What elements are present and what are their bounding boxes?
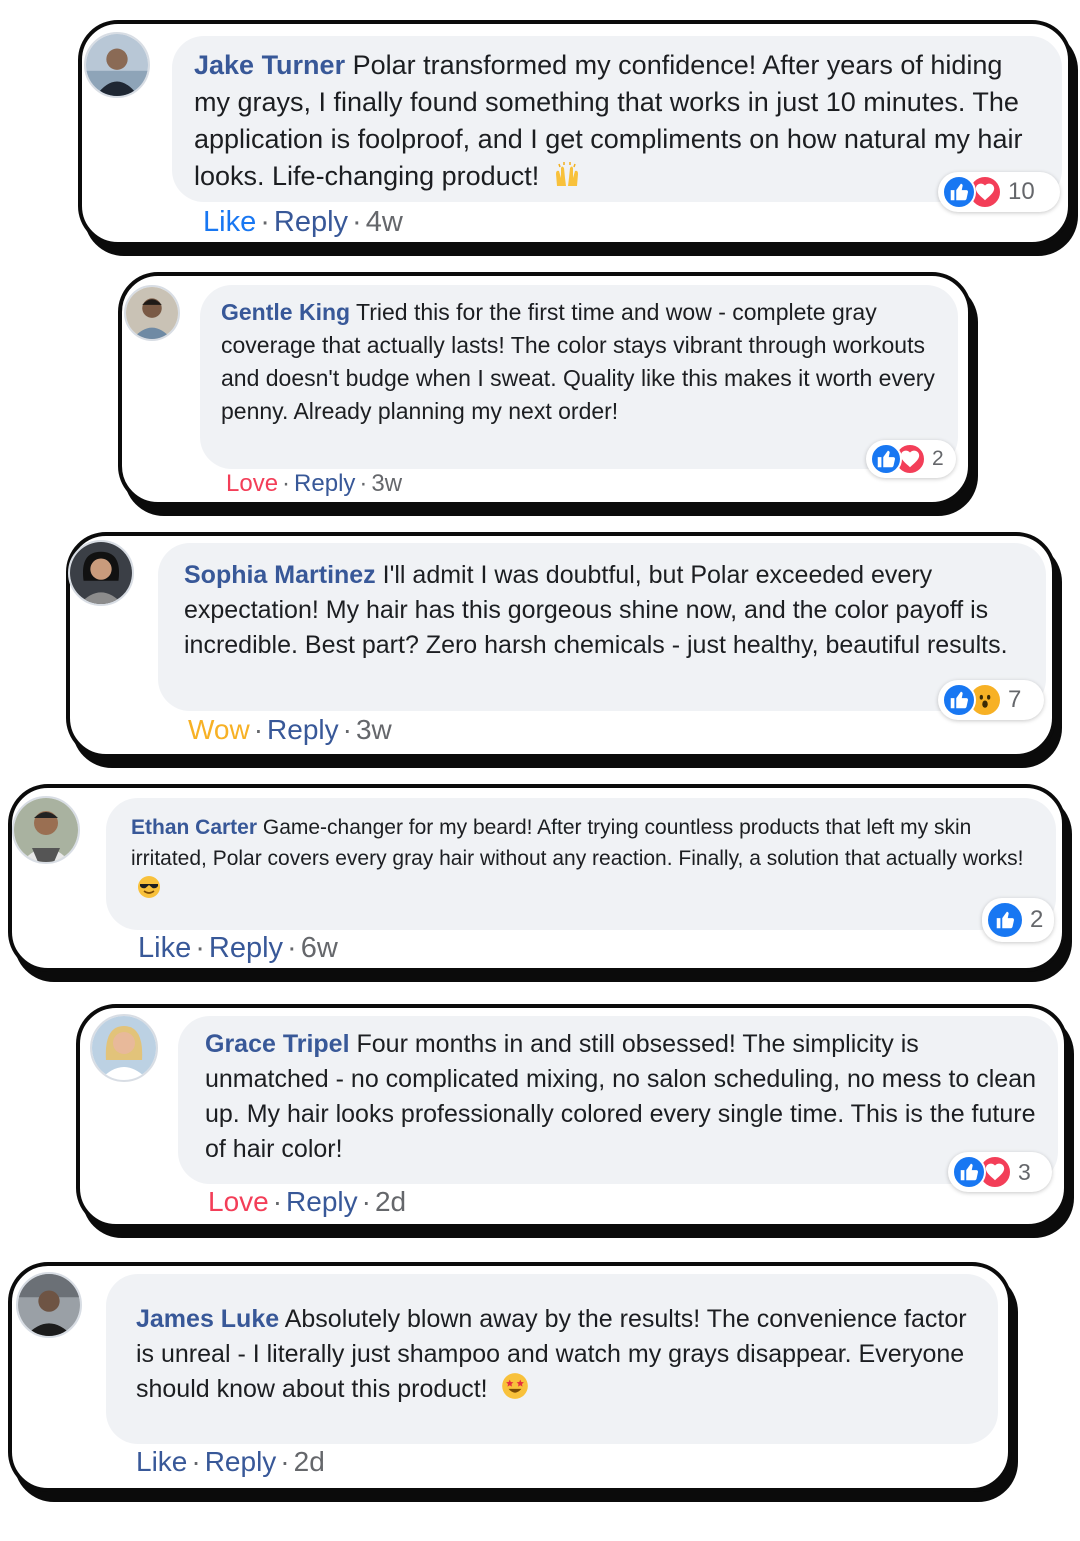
like-icon bbox=[942, 175, 976, 209]
reaction-summary[interactable]: 2 bbox=[866, 440, 956, 478]
commenter-name[interactable]: Gentle King bbox=[221, 299, 350, 325]
avatar[interactable] bbox=[84, 32, 150, 98]
reaction-count: 3 bbox=[1018, 1158, 1031, 1185]
timestamp[interactable]: 3w bbox=[371, 470, 402, 497]
comment-actions: Wow · Reply · 3w bbox=[188, 714, 392, 746]
separator-dot: · bbox=[361, 1186, 371, 1217]
comment-actions: Like · Reply · 2d bbox=[136, 1446, 325, 1478]
commenter-name[interactable]: Sophia Martinez bbox=[184, 561, 376, 589]
separator-dot: · bbox=[253, 714, 264, 745]
star-struck-face-icon bbox=[501, 1372, 529, 1410]
like-link[interactable]: Like bbox=[136, 1446, 187, 1477]
separator-dot: · bbox=[342, 714, 352, 745]
avatar-image bbox=[126, 287, 178, 339]
commenter-name[interactable]: Jake Turner bbox=[194, 50, 345, 80]
reply-link[interactable]: Reply bbox=[205, 1446, 277, 1477]
separator-dot: · bbox=[352, 206, 362, 238]
comment-actions: Like · Reply · 4w bbox=[203, 206, 403, 239]
commenter-name[interactable]: James Luke bbox=[136, 1305, 279, 1333]
separator-dot: · bbox=[272, 1186, 283, 1217]
reaction-count: 10 bbox=[1008, 178, 1035, 205]
sunglasses-face-icon bbox=[137, 875, 161, 908]
comment-bubble: Jake Turner Polar transformed my confide… bbox=[172, 36, 1062, 202]
avatar[interactable] bbox=[12, 796, 80, 864]
comment-bubble: James Luke Absolutely blown away by the … bbox=[106, 1274, 998, 1444]
avatar[interactable] bbox=[16, 1272, 82, 1338]
avatar[interactable] bbox=[124, 285, 180, 341]
reply-link[interactable]: Reply bbox=[209, 932, 283, 964]
comment-bubble: Ethan Carter Game-changer for my beard! … bbox=[106, 798, 1056, 930]
separator-dot: · bbox=[287, 932, 297, 964]
reply-link[interactable]: Reply bbox=[286, 1186, 358, 1217]
like-icon bbox=[952, 1155, 986, 1189]
raised-hands-icon bbox=[553, 160, 581, 198]
like-link[interactable]: Like bbox=[138, 932, 191, 964]
avatar-image bbox=[18, 1274, 80, 1336]
reaction-summary[interactable]: 2 bbox=[982, 898, 1054, 942]
comment-actions: Like · Reply · 6w bbox=[138, 932, 338, 965]
reaction-summary[interactable]: 7 bbox=[938, 680, 1044, 720]
like-icon bbox=[986, 901, 1024, 939]
avatar-image bbox=[92, 1016, 156, 1080]
reaction-count: 2 bbox=[1030, 906, 1044, 933]
separator-dot: · bbox=[280, 1446, 290, 1477]
separator-dot: · bbox=[191, 1446, 201, 1477]
comment-actions: Love · Reply · 3w bbox=[226, 470, 402, 498]
comment-bubble: Gentle King Tried this for the first tim… bbox=[200, 285, 958, 469]
avatar-image bbox=[14, 798, 78, 862]
timestamp[interactable]: 3w bbox=[356, 714, 392, 745]
love-link[interactable]: Love bbox=[208, 1186, 269, 1217]
reply-link[interactable]: Reply bbox=[274, 206, 348, 238]
reply-link[interactable]: Reply bbox=[294, 470, 355, 497]
timestamp[interactable]: 6w bbox=[301, 932, 338, 964]
timestamp[interactable]: 4w bbox=[366, 206, 403, 238]
avatar-image bbox=[70, 542, 132, 604]
reaction-count: 7 bbox=[1008, 686, 1022, 713]
commenter-name[interactable]: Ethan Carter bbox=[131, 816, 257, 839]
timestamp[interactable]: 2d bbox=[375, 1186, 406, 1217]
separator-dot: · bbox=[195, 932, 205, 964]
avatar[interactable] bbox=[68, 540, 134, 606]
avatar-image bbox=[86, 34, 148, 96]
comment-bubble: Grace Tripel Four months in and still ob… bbox=[178, 1016, 1058, 1184]
like-icon bbox=[870, 443, 902, 475]
comment-bubble: Sophia Martinez I'll admit I was doubtfu… bbox=[158, 543, 1046, 711]
love-link[interactable]: Love bbox=[226, 470, 278, 497]
separator-dot: · bbox=[260, 206, 270, 238]
reaction-summary[interactable]: 3 bbox=[948, 1152, 1052, 1192]
like-link[interactable]: Like bbox=[203, 206, 256, 238]
reply-link[interactable]: Reply bbox=[267, 714, 339, 745]
avatar[interactable] bbox=[90, 1014, 158, 1082]
reaction-count: 2 bbox=[932, 447, 944, 470]
reaction-summary[interactable]: 10 bbox=[938, 172, 1060, 212]
comment-actions: Love · Reply · 2d bbox=[208, 1186, 406, 1218]
timestamp[interactable]: 2d bbox=[294, 1446, 325, 1477]
commenter-name[interactable]: Grace Tripel bbox=[205, 1030, 350, 1058]
wow-link[interactable]: Wow bbox=[188, 714, 250, 745]
like-icon bbox=[942, 683, 976, 717]
separator-dot: · bbox=[359, 470, 368, 497]
comment-text: Game-changer for my beard! After trying … bbox=[131, 816, 1024, 870]
separator-dot: · bbox=[282, 470, 291, 497]
